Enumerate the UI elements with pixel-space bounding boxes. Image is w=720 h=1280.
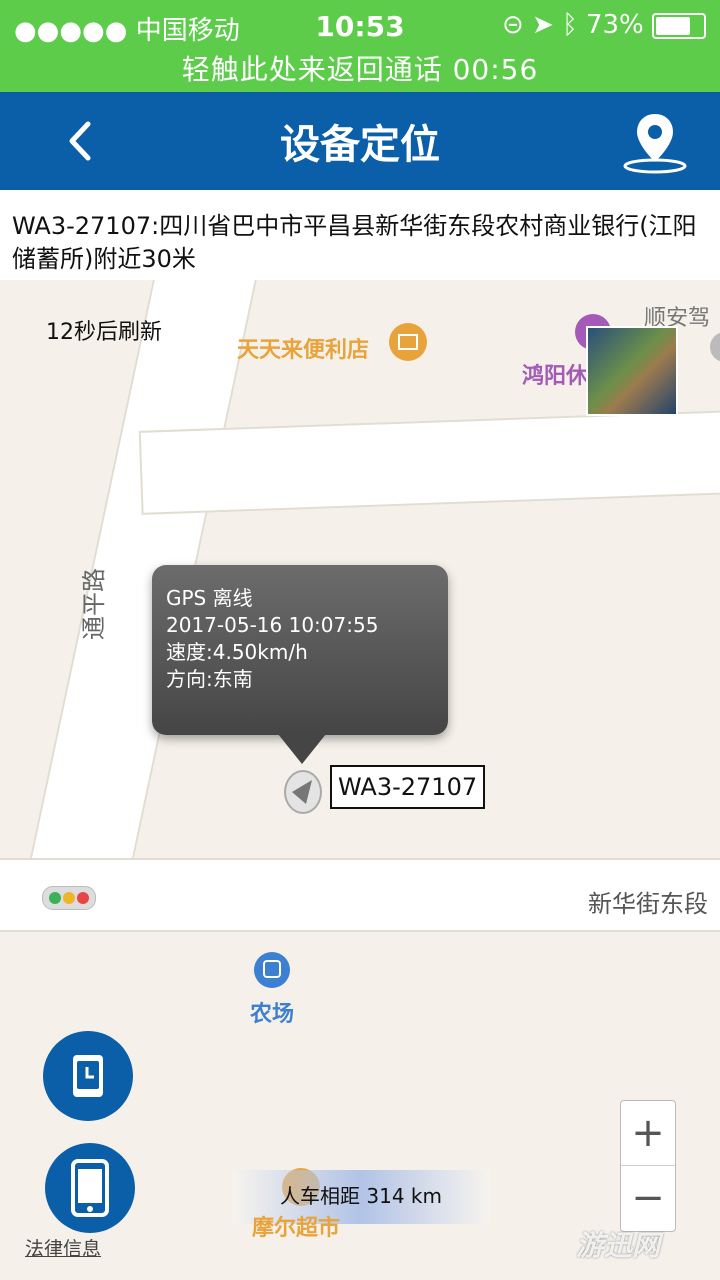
return-to-call-banner[interactable]: 轻触此处来返回通话 00:56	[0, 48, 720, 88]
popup-timestamp: 2017-05-16 10:07:55	[166, 613, 379, 637]
device-info-popup: GPS 离线 2017-05-16 10:07:55 速度:4.50km/h 方…	[152, 565, 448, 735]
page-title: 设备定位	[280, 122, 440, 168]
traffic-light-icon	[42, 886, 96, 910]
lock-rotation-icon: ⊝	[501, 10, 524, 40]
popup-speed: 速度:4.50km/h	[166, 640, 308, 664]
phone-icon	[71, 1159, 109, 1217]
device-address: WA3-27107:四川省巴中市平昌县新华街东段农村商业银行(江阳储蓄所)附近3…	[0, 190, 720, 280]
street-xinhua: 新华街东段	[588, 890, 708, 918]
zoom-in-button[interactable]: +	[621, 1101, 675, 1166]
zoom-control: + −	[620, 1100, 676, 1232]
poi-supermarket: 摩尔超市	[252, 1216, 341, 1241]
watch-clock-icon	[73, 1055, 103, 1097]
street-tongping: 通平路	[80, 568, 108, 640]
nav-bar: 设备定位	[0, 92, 720, 190]
gray-marker	[710, 332, 720, 362]
bus-stop-icon	[254, 952, 290, 988]
poi-hongyang: 鸿阳休	[522, 364, 589, 389]
battery-icon	[652, 12, 706, 39]
poi-store: 天天来便利店	[237, 338, 370, 363]
history-button[interactable]	[43, 1031, 133, 1121]
legal-info-link[interactable]: 法律信息	[25, 1234, 101, 1261]
satellite-toggle[interactable]	[586, 326, 678, 416]
phone-button[interactable]	[45, 1143, 135, 1233]
popup-direction: 方向:东南	[166, 667, 253, 691]
status-bar: ●●●●● 中国移动 10:53 ⊝ ➤ ᛒ 73% 轻触此处来返回通话 00:…	[0, 0, 720, 92]
location-button[interactable]	[620, 108, 690, 178]
battery-area: ⊝ ➤ ᛒ 73%	[502, 10, 706, 40]
location-pin-icon	[623, 114, 687, 174]
poi-bus-stop: 农场	[250, 1002, 295, 1027]
device-label: WA3-27107	[330, 765, 486, 809]
bluetooth-icon: ᛒ	[562, 10, 578, 40]
store-icon	[389, 323, 427, 361]
watermark: 游迅网	[576, 1229, 661, 1262]
popup-gps-status: GPS 离线	[166, 586, 253, 610]
battery-percent: 73%	[585, 10, 644, 40]
zoom-out-button[interactable]: −	[621, 1166, 675, 1230]
popup-pointer	[278, 734, 326, 764]
map-view[interactable]: 12秒后刷新 天天来便利店 顺安驾 鸿阳休 通平路 GPS 离线 2017-05…	[0, 280, 720, 1280]
device-marker-icon[interactable]	[284, 770, 322, 814]
refresh-countdown: 12秒后刷新	[46, 320, 162, 345]
navigation-arrow-icon: ➤	[532, 10, 554, 40]
